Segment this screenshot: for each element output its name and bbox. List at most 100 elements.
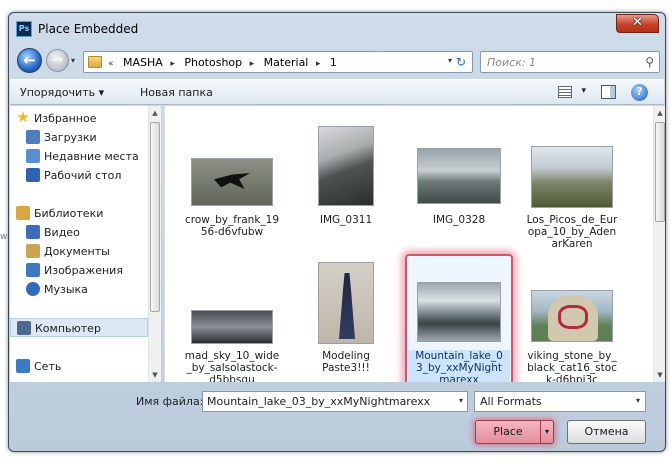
new-folder-button[interactable]: Новая папка: [140, 86, 213, 99]
scroll-down-icon[interactable]: ▼: [149, 368, 161, 382]
sidebar-item-music[interactable]: Музыка: [10, 280, 148, 299]
file-name: IMG_0311: [319, 214, 373, 226]
file-list: crow_by_frank_19 56-d6vfubw IMG_0311 IMG…: [164, 106, 664, 382]
sidebar-item-computer[interactable]: Компьютер: [10, 318, 148, 337]
file-item-img-0311[interactable]: IMG_0311: [295, 106, 397, 246]
sidebar-item-desktop[interactable]: Рабочий стол: [10, 166, 148, 185]
navigation-bar: ← → ▾ « MASHA ▸ Photoshop ▸ Material ▸ 1…: [9, 47, 665, 75]
sidebar-item-pictures[interactable]: Изображения: [10, 261, 148, 280]
thumbnail-mountain-lake: [417, 282, 501, 342]
photoshop-app-icon: Ps: [16, 21, 32, 37]
rune-shape: [558, 305, 588, 329]
filename-field[interactable]: Mountain_lake_03_by_xxMyNightmarexx ▾: [202, 391, 468, 412]
sidebar-item-label: Библиотеки: [34, 207, 104, 220]
preview-pane-icon[interactable]: [601, 85, 616, 99]
thumbnail-img-0311: [318, 126, 374, 206]
file-format-select[interactable]: All Formats ▾: [474, 391, 646, 412]
network-icon: [16, 359, 30, 373]
file-list-scrollbar[interactable]: ▲ ▼: [653, 106, 665, 382]
file-item-mountain-lake[interactable]: Mountain_lake_0 3_by_xxMyNight marexx: [408, 254, 510, 382]
sidebar-item-libraries[interactable]: Библиотеки: [10, 204, 148, 223]
breadcrumb-separator[interactable]: ▸: [170, 59, 175, 69]
video-icon: [26, 225, 40, 239]
breadcrumb-separator[interactable]: ▸: [316, 59, 321, 69]
thumbnail-img-0328: [417, 148, 501, 204]
file-list-scroll-thumb[interactable]: [655, 122, 665, 222]
scroll-down-icon[interactable]: ▼: [654, 368, 665, 382]
sidebar-item-network[interactable]: Сеть: [10, 357, 148, 376]
breadcrumb-item-1[interactable]: 1: [330, 56, 337, 69]
change-view-icon[interactable]: [558, 86, 572, 98]
file-item-modeling-paste[interactable]: Modeling Paste3!!!: [295, 254, 397, 382]
sidebar-item-label: Музыка: [44, 283, 88, 296]
crow-shape: [214, 173, 250, 189]
close-button[interactable]: ✕: [616, 14, 659, 33]
sidebar-item-downloads[interactable]: Загрузки: [10, 128, 148, 147]
breadcrumb-item-masha[interactable]: MASHA: [123, 56, 163, 69]
place-options-dropdown-icon[interactable]: ▾: [540, 421, 553, 443]
scroll-up-icon[interactable]: ▲: [654, 106, 665, 120]
computer-icon: [17, 321, 31, 335]
command-bar: Упорядочить ▾ Новая папка ▾ ?: [10, 79, 664, 105]
cancel-button[interactable]: Отмена: [567, 420, 646, 444]
file-item-los-picos[interactable]: Los_Picos_de_Eur opa_10_by_Aden arKaren: [521, 106, 623, 250]
sidebar-item-label: Изображения: [44, 264, 123, 277]
view-options-chevron-icon[interactable]: ▾: [581, 86, 586, 96]
recent-locations-chevron-icon[interactable]: ▾: [71, 56, 75, 65]
sidebar-item-label: Загрузки: [44, 131, 97, 144]
sidebar-scrollbar[interactable]: ▲ ▼: [148, 106, 161, 382]
scroll-up-icon[interactable]: ▲: [149, 106, 161, 120]
file-name: IMG_0328: [432, 214, 486, 226]
organize-menu-button[interactable]: Упорядочить ▾: [20, 86, 104, 99]
dialog-footer: Имя файла: Mountain_lake_03_by_xxMyNight…: [9, 385, 665, 451]
help-icon[interactable]: ?: [631, 84, 648, 101]
file-item-img-0328[interactable]: IMG_0328: [408, 106, 510, 246]
title-bar: Ps Place Embedded ✕: [9, 13, 665, 45]
file-format-value: All Formats: [480, 395, 542, 408]
pictures-icon: [26, 263, 40, 277]
filename-label: Имя файла:: [136, 395, 204, 408]
sidebar-item-label: Рабочий стол: [44, 169, 122, 182]
thumbnail-viking-stone: [531, 290, 613, 342]
thumbnail-mad-sky: [191, 310, 273, 344]
libraries-icon: [16, 206, 30, 220]
search-icon[interactable]: ⚲: [645, 55, 654, 69]
filename-history-dropdown-icon[interactable]: ▾: [459, 396, 463, 405]
sidebar-item-label: Видео: [44, 226, 80, 239]
sidebar-item-recent-places[interactable]: Недавние места: [10, 147, 148, 166]
breadcrumb-separator[interactable]: ▸: [250, 59, 255, 69]
file-item-viking-stone[interactable]: viking_stone_by_ black_cat16_stoc k-d6bp…: [521, 254, 623, 382]
search-box[interactable]: Поиск: 1 ⚲: [480, 51, 660, 73]
chevron-down-icon: ▾: [635, 396, 640, 405]
breadcrumb-item-material[interactable]: Material: [264, 56, 309, 69]
forward-button[interactable]: →: [46, 49, 69, 72]
breadcrumb-item-photoshop[interactable]: Photoshop: [184, 56, 242, 69]
sidebar-item-video[interactable]: Видео: [10, 223, 148, 242]
thumbnail-crow: [191, 158, 273, 206]
filename-value: Mountain_lake_03_by_xxMyNightmarexx: [207, 395, 431, 408]
file-name: mad_sky_10_wide _by_salsolastock- d5bbsq…: [184, 350, 280, 382]
desktop-icon: [26, 168, 40, 182]
recent-places-icon: [26, 149, 40, 163]
back-button[interactable]: ←: [17, 48, 42, 73]
file-item-crow[interactable]: crow_by_frank_19 56-d6vfubw: [181, 106, 283, 246]
sidebar-item-label: Недавние места: [44, 150, 139, 163]
sidebar-item-label: Компьютер: [35, 322, 101, 335]
place-button-label[interactable]: Place: [476, 421, 540, 443]
sidebar-scroll-thumb[interactable]: [150, 122, 160, 312]
file-name: viking_stone_by_ black_cat16_stoc k-d6bp…: [527, 350, 617, 382]
sidebar-item-favorites[interactable]: ★ Избранное: [10, 109, 148, 128]
breadcrumb: « MASHA ▸ Photoshop ▸ Material ▸ 1: [108, 56, 341, 69]
downloads-icon: [26, 130, 40, 144]
figure-shape: [339, 273, 355, 339]
search-input[interactable]: Поиск: 1: [487, 56, 536, 69]
place-button[interactable]: Place ▾: [475, 420, 554, 444]
file-item-mad-sky[interactable]: mad_sky_10_wide _by_salsolastock- d5bbsq…: [181, 254, 283, 382]
address-bar[interactable]: « MASHA ▸ Photoshop ▸ Material ▸ 1 ▾ ↻: [83, 51, 473, 73]
file-name: Mountain_lake_0 3_by_xxMyNight marexx: [408, 350, 510, 382]
sidebar-item-documents[interactable]: Документы: [10, 242, 148, 261]
window-title: Place Embedded: [38, 22, 139, 36]
breadcrumb-overflow[interactable]: «: [108, 59, 114, 69]
documents-icon: [26, 244, 40, 258]
refresh-icon[interactable]: ↻: [452, 53, 470, 71]
